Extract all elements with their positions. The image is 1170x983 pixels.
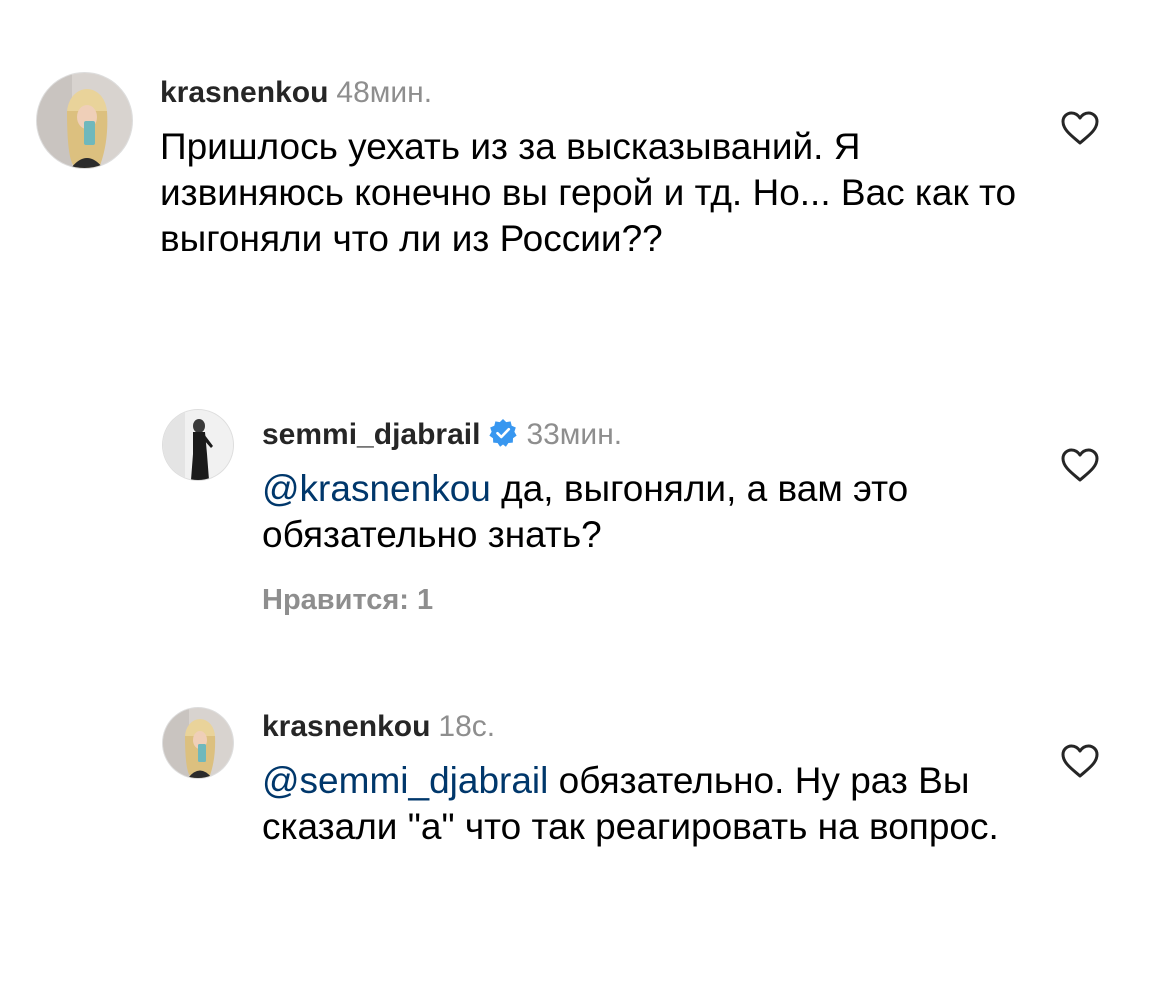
verified-badge-icon xyxy=(488,418,518,448)
like-button[interactable] xyxy=(1060,110,1100,146)
comment-meta: semmi_djabrail 33мин. xyxy=(262,418,622,450)
comment-text: Пришлось уехать из за высказываний. Я из… xyxy=(160,124,1020,262)
like-button[interactable] xyxy=(1060,743,1100,779)
heart-outline-icon xyxy=(1061,448,1099,482)
avatar-image xyxy=(37,73,132,168)
timestamp: 18с. xyxy=(438,710,496,743)
comment-meta: krasnenkou 18с. xyxy=(262,712,495,742)
avatar-semmi_djabrail[interactable] xyxy=(163,410,233,480)
comment-body: Пришлось уехать из за высказываний. Я из… xyxy=(160,126,1017,259)
mention-link[interactable]: @semmi_djabrail xyxy=(262,760,548,801)
likes-count[interactable]: Нравится: 1 xyxy=(262,584,433,617)
comment-meta: krasnenkou 48мин. xyxy=(160,78,432,108)
username[interactable]: krasnenkou xyxy=(262,710,430,743)
timestamp: 48мин. xyxy=(336,76,433,109)
heart-outline-icon xyxy=(1061,744,1099,778)
mention-link[interactable]: @krasnenkou xyxy=(262,468,491,509)
username[interactable]: semmi_djabrail xyxy=(262,418,480,451)
avatar-krasnenkou[interactable] xyxy=(163,708,233,778)
avatar-krasnenkou[interactable] xyxy=(37,73,132,168)
timestamp: 33мин. xyxy=(526,418,623,451)
like-button[interactable] xyxy=(1060,447,1100,483)
username[interactable]: krasnenkou xyxy=(160,76,328,109)
comment-text: @krasnenkou да, выгоняли, а вам это обяз… xyxy=(262,466,1022,558)
heart-outline-icon xyxy=(1061,111,1099,145)
avatar-image xyxy=(163,410,233,480)
comment-1: krasnenkou 48мин. Пришлось уехать из за в… xyxy=(0,0,1170,300)
comment-2: semmi_djabrail 33мин. @krasnenkou да, вы… xyxy=(0,395,1170,635)
avatar-image xyxy=(163,708,233,778)
comment-3: krasnenkou 18с. @semmi_djabrail обязатель… xyxy=(0,690,1170,950)
comment-text: @semmi_djabrail обязательно. Ну раз Вы с… xyxy=(262,758,1022,850)
